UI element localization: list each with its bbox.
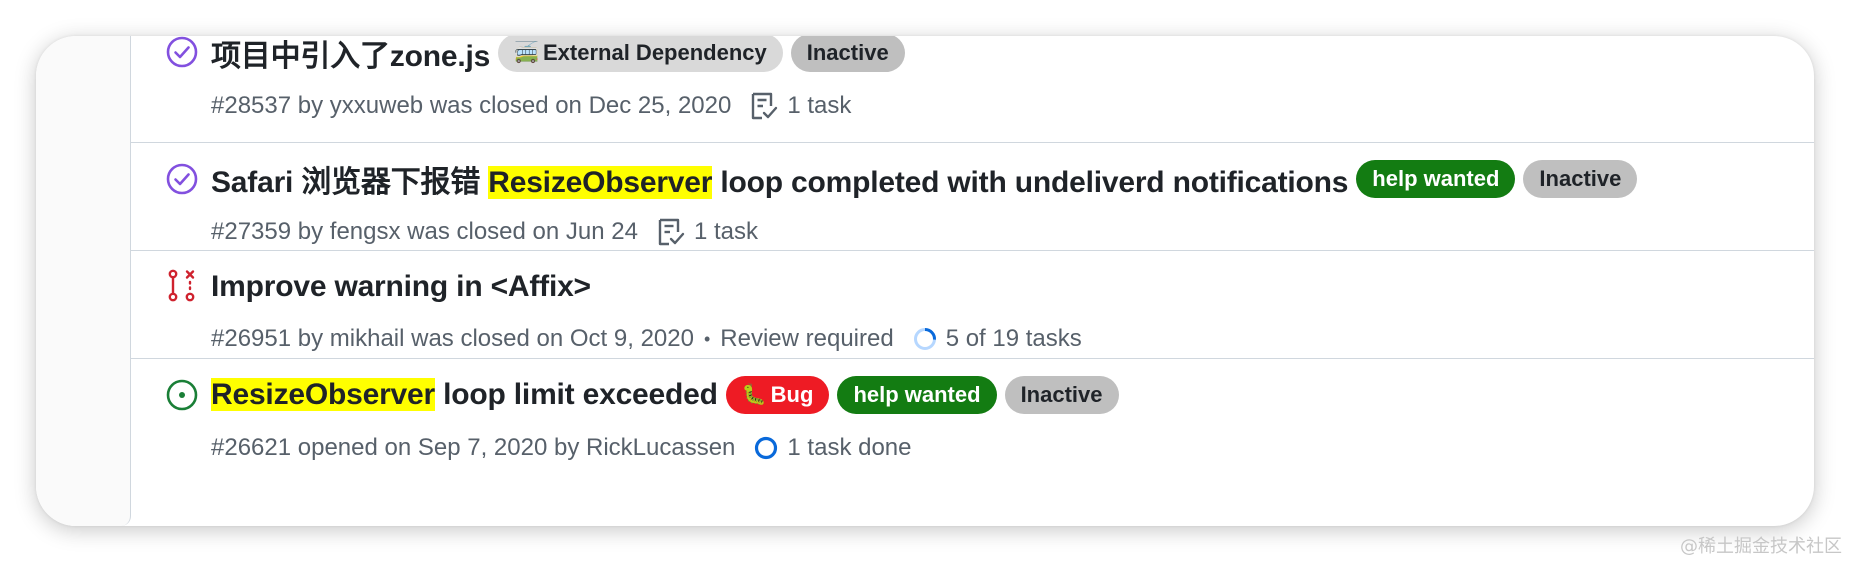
- review-status-link[interactable]: Review required: [720, 325, 893, 353]
- task-list-icon: [752, 92, 778, 120]
- closed-pull-request-icon: [165, 269, 199, 303]
- bug-icon: 🐛: [741, 384, 767, 406]
- pull-request-meta: #26951 by mikhail was closed on Oct 9, 2…: [211, 325, 1082, 353]
- issue-row: Safari 浏览器下报错 ResizeObserver loop comple…: [131, 143, 1814, 251]
- meta-separator: •: [703, 328, 711, 349]
- issue-row: ResizeObserver loop limit exceeded 🐛 Bug…: [131, 359, 1814, 526]
- pull-request-row: Improve warning in <Affix> #26951 by mik…: [131, 251, 1814, 359]
- label-external-dependency[interactable]: 🚎 External Dependency: [498, 36, 783, 72]
- open-issue-icon: [165, 378, 199, 412]
- issue-title-link[interactable]: 项目中引入了zone.js: [211, 36, 490, 75]
- task-progress-icon: [913, 328, 936, 350]
- pull-request-title-link[interactable]: Improve warning in <Affix>: [211, 270, 591, 304]
- issue-list: 项目中引入了zone.js 🚎 External Dependency Inac…: [131, 36, 1814, 526]
- task-done-circle-icon: [755, 436, 778, 460]
- issue-list-card: 项目中引入了zone.js 🚎 External Dependency Inac…: [36, 36, 1814, 526]
- label-bug[interactable]: 🐛 Bug: [725, 376, 830, 414]
- issue-title-link[interactable]: ResizeObserver loop limit exceeded: [211, 378, 718, 412]
- issue-meta: #28537 by yxxuweb was closed on Dec 25, …: [211, 91, 852, 121]
- selection-gutter: [36, 36, 131, 526]
- closed-check-circle-icon: [165, 162, 199, 196]
- issue-meta: #26621 opened on Sep 7, 2020 by RickLuca…: [211, 434, 912, 462]
- issue-title-link[interactable]: Safari 浏览器下报错 ResizeObserver loop comple…: [211, 157, 1348, 201]
- label-inactive[interactable]: Inactive: [1004, 376, 1119, 414]
- task-count[interactable]: 1 task: [656, 217, 758, 247]
- label-help-wanted[interactable]: help wanted: [1356, 160, 1516, 198]
- label-inactive[interactable]: Inactive: [1523, 160, 1638, 198]
- task-list-icon: [658, 218, 685, 246]
- label-help-wanted[interactable]: help wanted: [837, 376, 997, 414]
- closed-check-circle-icon: [165, 36, 199, 69]
- watermark: @稀土掘金技术社区: [1680, 536, 1842, 557]
- issue-meta: #27359 by fengsx was closed on Jun 24 1 …: [211, 217, 758, 247]
- label-inactive[interactable]: Inactive: [790, 36, 905, 72]
- task-done[interactable]: 1 task done: [753, 434, 912, 462]
- task-progress[interactable]: 5 of 19 tasks: [912, 325, 1082, 353]
- bus-icon: 🚎: [514, 42, 539, 64]
- task-count[interactable]: 1 task: [749, 91, 851, 121]
- issue-row: 项目中引入了zone.js 🚎 External Dependency Inac…: [131, 36, 1814, 143]
